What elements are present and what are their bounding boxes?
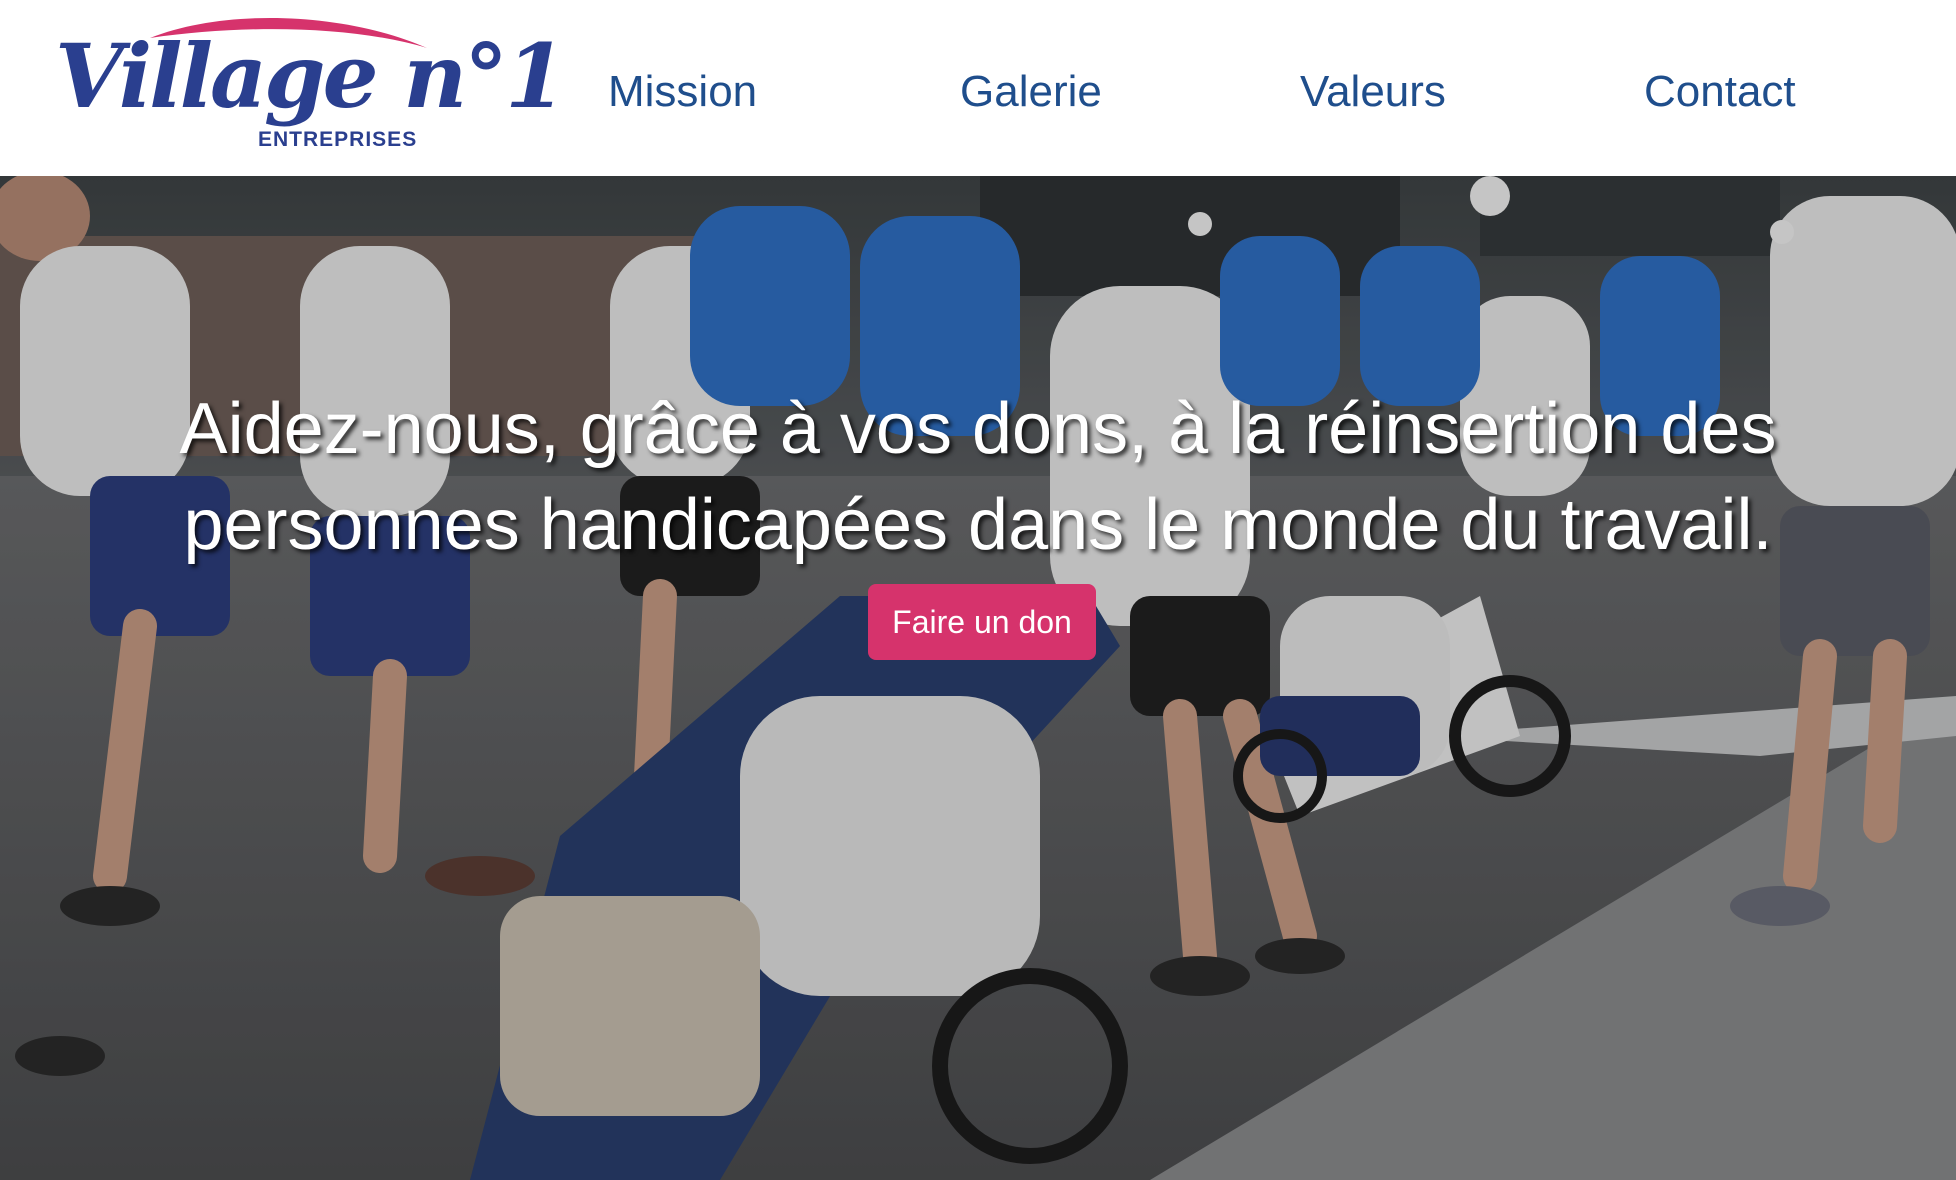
hero-dim-overlay — [0, 176, 1956, 1180]
nav-link-valeurs[interactable]: Valeurs — [1300, 62, 1446, 122]
main-nav: Mission Galerie Valeurs Contact — [0, 62, 1956, 122]
hero-headline: Aidez-nous, grâce à vos dons, à la réins… — [60, 381, 1896, 573]
donate-button[interactable]: Faire un don — [868, 584, 1096, 660]
nav-link-contact[interactable]: Contact — [1644, 62, 1796, 122]
hero-headline-line-2: personnes handicapées dans le monde du t… — [183, 485, 1773, 565]
hero-banner: Aidez-nous, grâce à vos dons, à la réins… — [0, 176, 1956, 1180]
hero-headline-line-1: Aidez-nous, grâce à vos dons, à la réins… — [179, 389, 1777, 469]
nav-link-galerie[interactable]: Galerie — [960, 62, 1102, 122]
site-header: Village n°1 ENTREPRISES Mission Galerie … — [0, 0, 1956, 176]
nav-link-mission[interactable]: Mission — [608, 62, 757, 122]
logo-subtitle: ENTREPRISES — [258, 128, 418, 151]
